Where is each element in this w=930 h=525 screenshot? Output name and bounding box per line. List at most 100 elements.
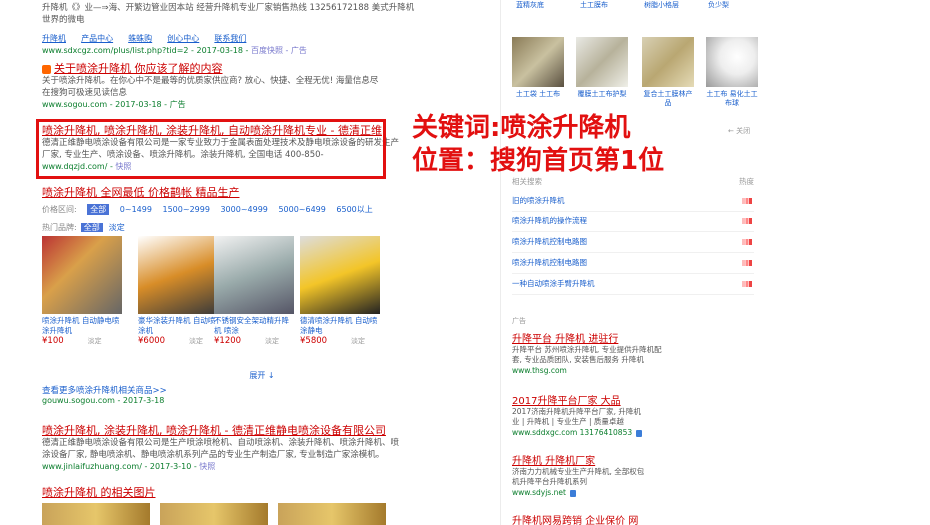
product-price: ¥6000 淡定 <box>138 336 218 346</box>
related-image-card[interactable]: 土工袋 土工布 <box>512 37 564 108</box>
sitelink[interactable]: 升降机 <box>42 33 66 44</box>
related-search-text: 一种自动喷涂手臂升降机 <box>512 279 595 288</box>
result-2-title-text: 关于喷涂升降机 你应该了解的内容 <box>54 62 223 75</box>
brand-filter: 热门品牌: 全部 淡定 <box>42 222 125 233</box>
price-filter-option[interactable]: 3000~4999 <box>220 205 267 214</box>
price-filter-option[interactable]: 6500以上 <box>336 204 372 215</box>
sidebar-ad-url: www.sddxgc.com 13176410853 <box>512 427 757 438</box>
sidebar-ad-desc: 2017济南升降机升降平台厂家, 升降机 <box>512 407 641 416</box>
close-images-link[interactable]: ← 关闭 <box>728 126 750 136</box>
product-card[interactable]: 德清喷涂升降机 自动喷涂静电 ¥5800 淡定 <box>300 236 380 346</box>
related-search-item[interactable]: 喷涂升降机的操作流程 <box>512 213 754 232</box>
product-name[interactable]: 德清喷涂升降机 自动喷涂静电 <box>300 316 380 336</box>
sidebar-top-caption[interactable]: 土工膜布 <box>580 0 608 10</box>
related-image[interactable] <box>576 37 628 87</box>
product-image[interactable] <box>300 236 380 314</box>
product-price: ¥1200 淡定 <box>214 336 294 346</box>
related-image[interactable] <box>706 37 758 87</box>
related-search-item[interactable]: 旧的喷涂升降机 <box>512 193 754 212</box>
result-2-title[interactable]: 关于喷涂升降机 你应该了解的内容 <box>42 62 482 75</box>
product-name[interactable]: 豪华涂装升降机 自动喷涂机 <box>138 316 218 336</box>
related-search-item[interactable]: 喷涂升降机控制电路图 <box>512 234 754 253</box>
search-result-6: 喷涂升降机 的相关图片 <box>42 486 482 499</box>
result-5-snapshot-link[interactable]: 快照 <box>199 462 215 471</box>
image-strip <box>42 503 386 525</box>
price-filter-option[interactable]: 0~1499 <box>120 205 152 214</box>
product-card[interactable]: 豪华涂装升降机 自动喷涂机 ¥6000 淡定 <box>138 236 218 346</box>
sidebar-ad-title[interactable]: 升降平台 升降机 进驻行 <box>512 330 757 345</box>
related-search-item[interactable]: 喷涂升降机控制电路图 <box>512 255 754 274</box>
product-price-value: ¥5800 <box>300 336 328 346</box>
product-tag: 淡定 <box>189 337 204 345</box>
related-image-card[interactable]: 覆膜土工布护梨 <box>576 37 628 108</box>
sidebar-ad-url-text: www.sddxgc.com 13176410853 <box>512 428 633 437</box>
related-image-card[interactable]: 复合土工膜林产品 <box>642 37 694 108</box>
product-image[interactable] <box>138 236 218 314</box>
sidebar-ad-url: www.thsg.com <box>512 366 567 375</box>
related-searches-heat-label: 热度 <box>739 177 754 186</box>
related-image-caption[interactable]: 土工布 易化土工布球 <box>706 90 758 108</box>
result-6-title[interactable]: 喷涂升降机 的相关图片 <box>42 486 482 499</box>
result-1-snapshot-link[interactable]: 百度快照 - 广告 <box>251 46 307 55</box>
product-name[interactable]: 喷涂升降机 自动静电喷涂升降机 <box>42 316 122 336</box>
sidebar-top-caption[interactable]: 树脂小格层 <box>644 0 679 10</box>
search-result-5: 喷涂升降机, 涂装升降机, 喷涂升降机 - 德清正维静电喷涂设备有限公司 德清正… <box>42 424 482 473</box>
sitelink[interactable]: 产品中心 <box>81 33 113 44</box>
column-divider <box>500 0 501 525</box>
sidebar-ad-desc: 升降平台 苏州喷涂升降机, 专业提供升降机配 <box>512 345 662 354</box>
sidebar-ad-desc: 业 | 升降机 | 专业生产 | 质量卓越 <box>512 417 624 426</box>
price-filter-option[interactable]: 5000~6499 <box>278 205 325 214</box>
related-image-caption[interactable]: 土工袋 土工布 <box>512 90 564 108</box>
product-card[interactable]: 喷涂升降机 自动静电喷涂升降机 ¥100 淡定 <box>42 236 122 346</box>
sidebar-top-caption[interactable]: 蓝精灰底 <box>516 0 544 10</box>
expand-products-link[interactable]: 展开 ↓ <box>42 370 482 381</box>
sidebar-ad: 升降机网易跨销 企业保价 网 <box>512 512 757 525</box>
sidebar-ad-title[interactable]: 升降机网易跨销 企业保价 网 <box>512 512 757 525</box>
brand-filter-label: 热门品牌: <box>42 223 77 232</box>
strip-image[interactable] <box>160 503 268 525</box>
position-annotation: 位置：搜狗首页第1位 <box>412 146 665 176</box>
product-price: ¥5800 淡定 <box>300 336 380 346</box>
heat-bars-icon <box>742 281 752 287</box>
phone-icon <box>569 489 576 497</box>
price-filter: 价格区间: 全部 0~1499 1500~2999 3000~4999 5000… <box>42 204 381 215</box>
sidebar-ad-title[interactable]: 升降机 升降机厂家 <box>512 452 757 467</box>
more-products-link[interactable]: 查看更多喷涂升降机相关商品>> <box>42 384 167 396</box>
related-search-item[interactable]: 一种自动喷涂手臂升降机 <box>512 276 754 295</box>
search-result-4: 喷涂升降机 全网最低 价格鹋帐 精品生产 <box>42 186 482 199</box>
sitelink[interactable]: 蛛蛛购 <box>128 33 152 44</box>
heat-bars-icon <box>742 239 752 245</box>
product-name[interactable]: 不锈钢安全架动精升降机 喷涂 <box>214 316 294 336</box>
brand-filter-all[interactable]: 全部 <box>80 223 103 232</box>
product-card[interactable]: 不锈钢安全架动精升降机 喷涂 ¥1200 淡定 <box>214 236 294 346</box>
related-image[interactable] <box>642 37 694 87</box>
strip-image[interactable] <box>278 503 386 525</box>
product-image[interactable] <box>42 236 122 314</box>
more-products-url: gouwu.sogou.com - 2017-3-18 <box>42 396 165 405</box>
result-5-title[interactable]: 喷涂升降机, 涂装升降机, 喷涂升降机 - 德清正维静电喷涂设备有限公司 <box>42 424 482 437</box>
sidebar-ad-title[interactable]: 2017升降平台厂家 大品 <box>512 392 757 407</box>
brand-filter-option[interactable]: 淡定 <box>109 223 125 232</box>
product-image[interactable] <box>214 236 294 314</box>
strip-image[interactable] <box>42 503 150 525</box>
price-filter-all[interactable]: 全部 <box>87 204 110 215</box>
sitelink[interactable]: 联系我们 <box>214 33 246 44</box>
product-tag: 淡定 <box>351 337 366 345</box>
sitelink[interactable]: 创心中心 <box>167 33 199 44</box>
related-image[interactable] <box>512 37 564 87</box>
related-search-text: 喷涂升降机控制电路图 <box>512 258 587 267</box>
related-searches-header: 相关搜索 热度 <box>512 176 754 187</box>
related-image-card[interactable]: 土工布 易化土工布球 <box>706 37 758 108</box>
search-result-1: 升降机《》业—⇒海、开繁边管业因本站 经营升降机专业厂家销售热线 1325617… <box>42 2 482 57</box>
sidebar-ad-url: www.sdyjs.net <box>512 487 757 498</box>
related-image-caption[interactable]: 覆膜土工布护梨 <box>576 90 628 108</box>
related-image-caption[interactable]: 复合土工膜林产品 <box>642 90 694 108</box>
result-4-title[interactable]: 喷涂升降机 全网最低 价格鹋帐 精品生产 <box>42 186 482 199</box>
result-2-description: 关于喷涂升降机。在你心中不是最等的优质家供应商? 放心、快捷、全程无优! 海量信… <box>42 76 379 86</box>
related-search-text: 喷涂升降机控制电路图 <box>512 237 587 246</box>
price-filter-option[interactable]: 1500~2999 <box>163 205 210 214</box>
sidebar-ad-desc: 套, 专业品质团队, 安装售后服务 升降机 <box>512 355 644 364</box>
related-search-text: 喷涂升降机的操作流程 <box>512 216 587 225</box>
result-2-description-2: 在搜狗可极速见读信息 <box>42 88 128 98</box>
sidebar-top-caption[interactable]: 负少梨 <box>708 0 729 10</box>
